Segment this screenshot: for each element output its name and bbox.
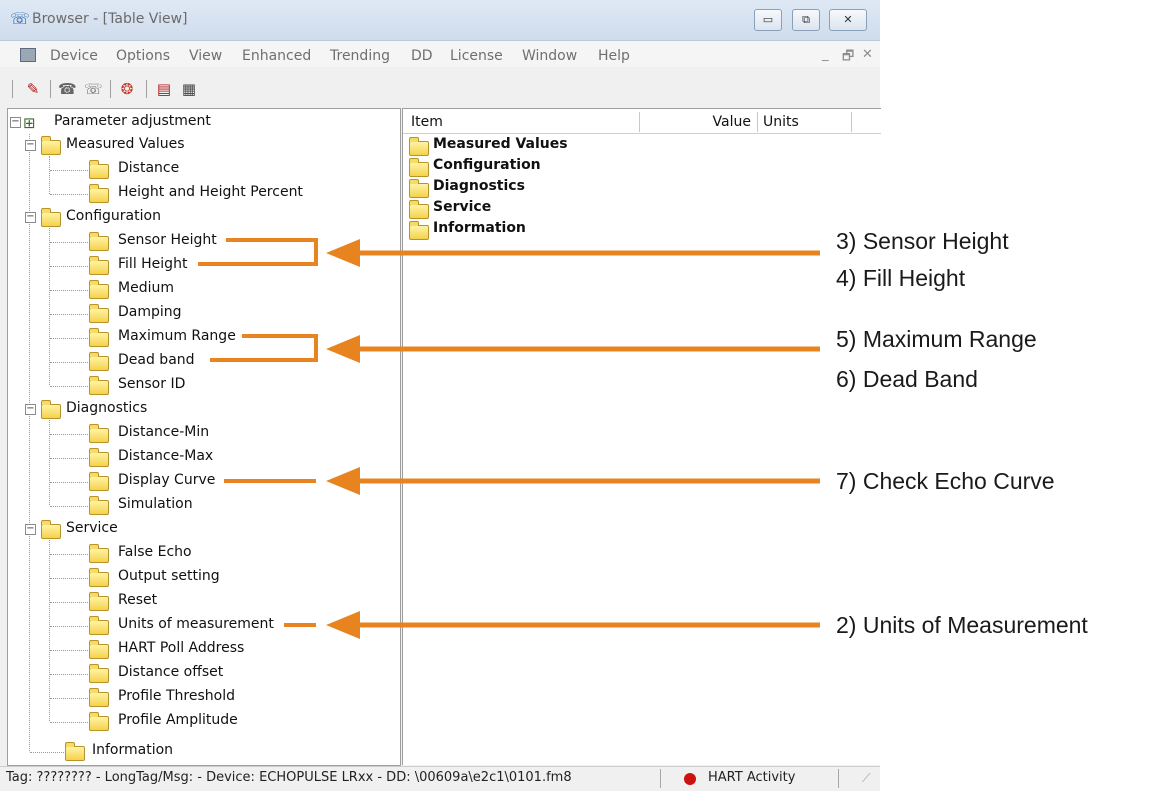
arrowhead-icon: [326, 467, 360, 495]
bracket-range-deadband: [210, 334, 318, 362]
annotation-maximum-range: 5) Maximum Range: [836, 326, 1037, 352]
annotation-units: 2) Units of Measurement: [836, 612, 1088, 638]
annotation-fill-height: 4) Fill Height: [836, 265, 966, 291]
bracket-sensor-fill: [198, 238, 318, 266]
arrowhead-icon: [326, 611, 360, 639]
annotation-dead-band: 6) Dead Band: [836, 366, 978, 392]
annotation-layer: [198, 238, 820, 639]
annotation-echo-curve: 7) Check Echo Curve: [836, 468, 1055, 494]
arrowhead-icon: [326, 335, 360, 363]
annotation-sensor-height: 3) Sensor Height: [836, 228, 1009, 254]
arrowhead-icon: [326, 239, 360, 267]
